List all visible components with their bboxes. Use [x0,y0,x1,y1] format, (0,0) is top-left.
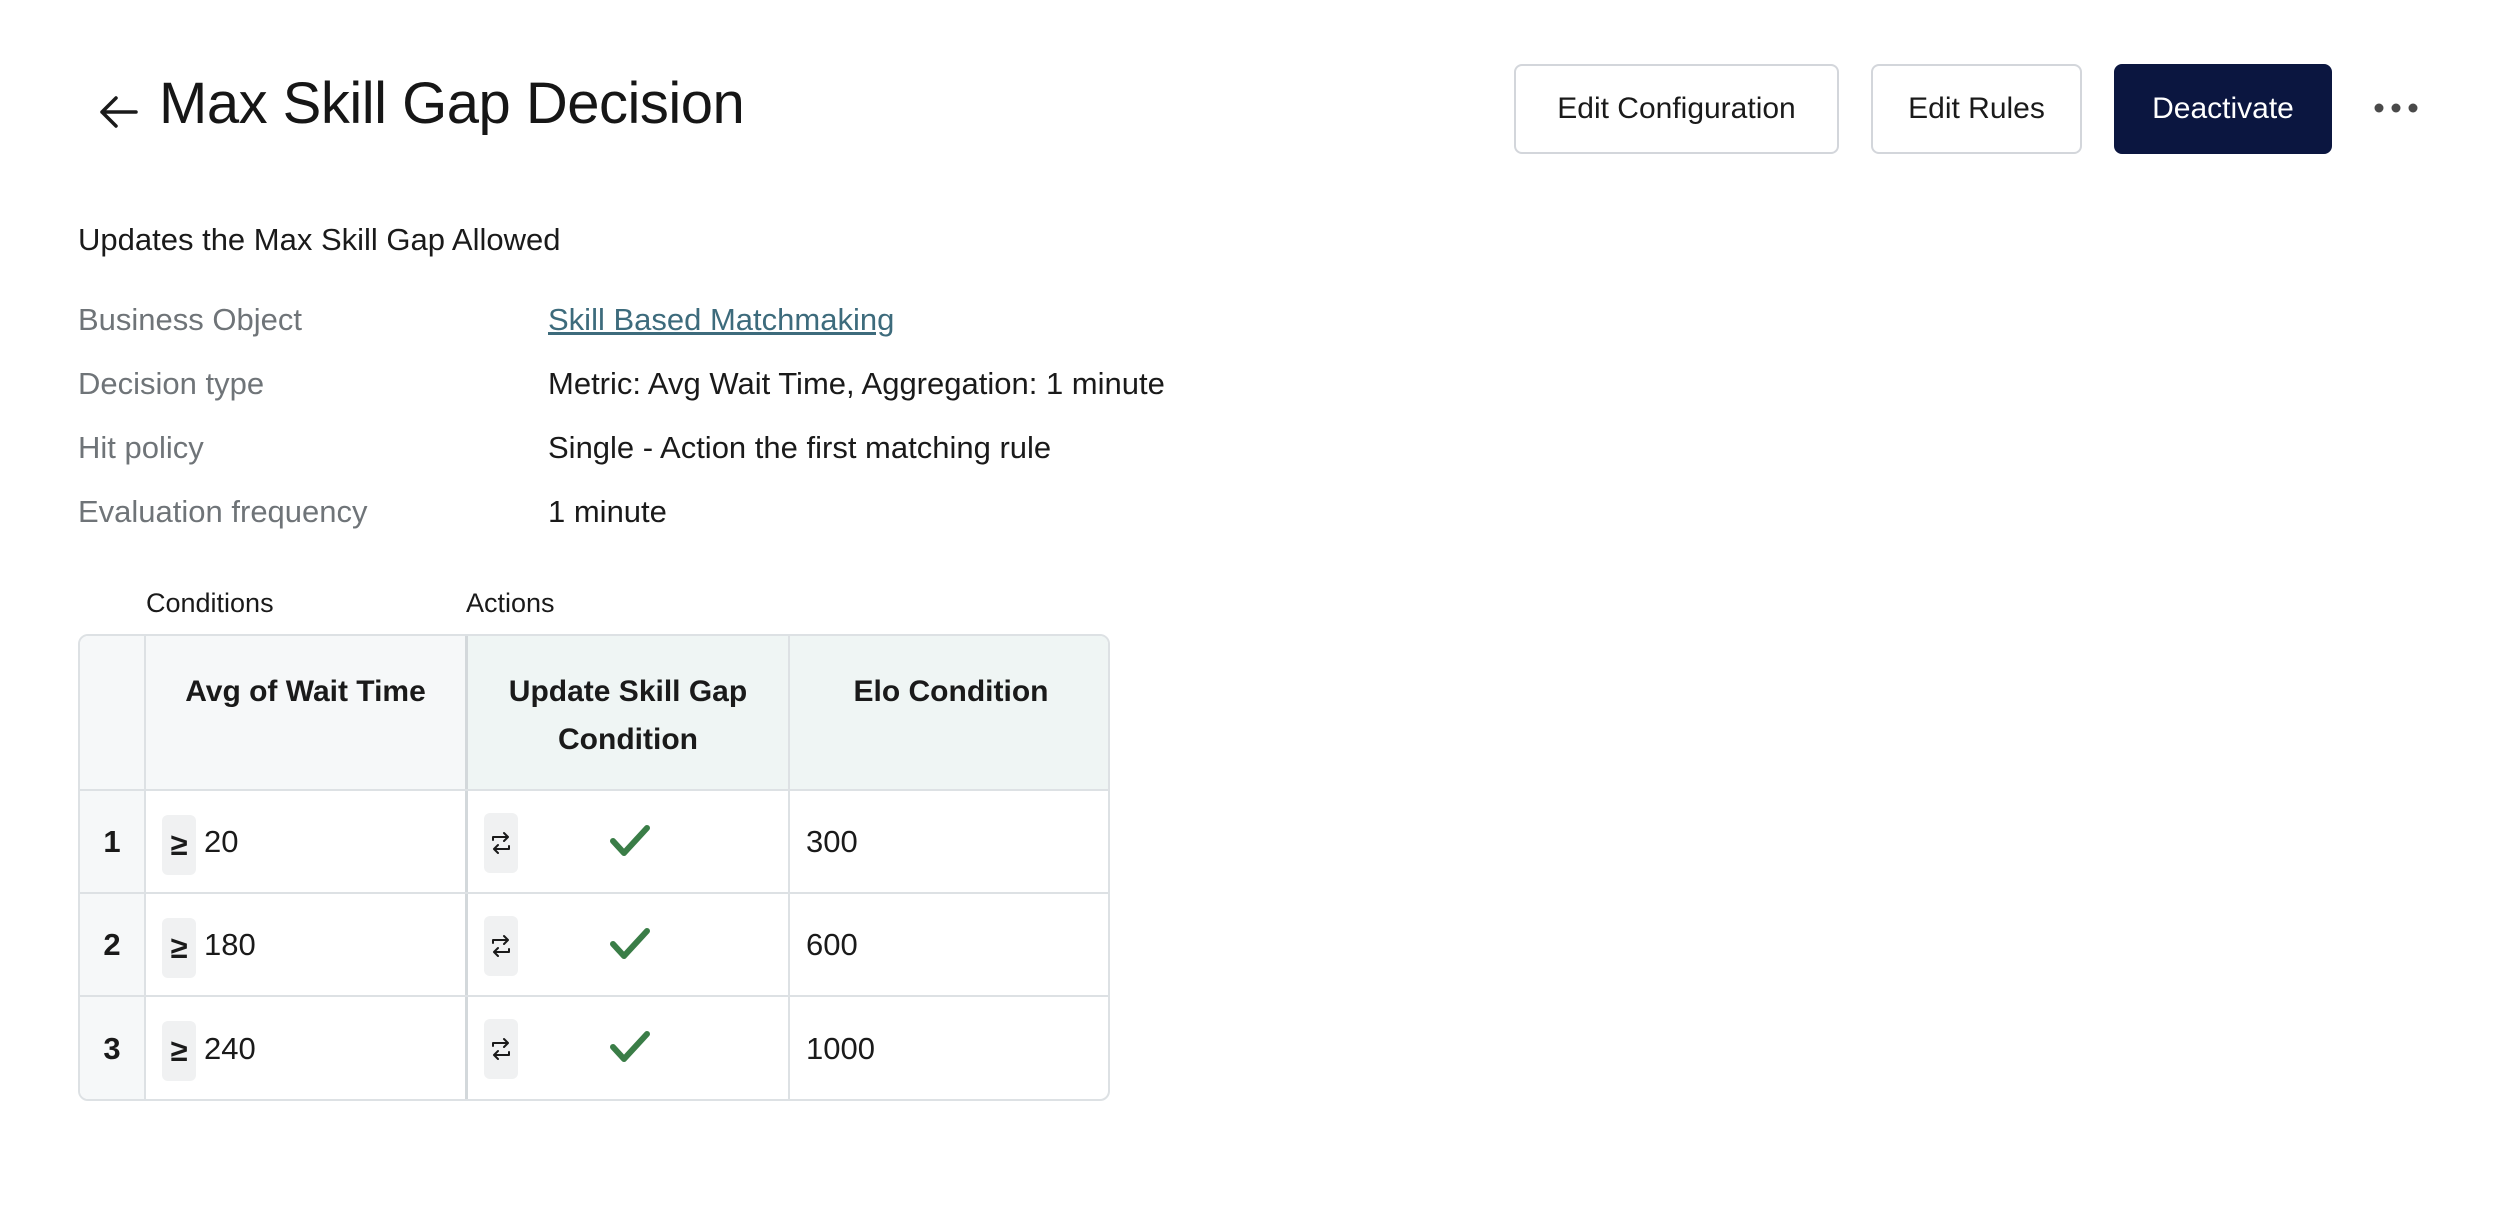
back-button[interactable] [92,86,144,138]
table-row[interactable]: 1 ≥ 20 300 [80,791,1108,894]
condition-value: 20 [204,823,239,859]
swap-button[interactable] [484,813,518,873]
row-index: 2 [103,926,121,962]
more-horizontal-icon [2374,103,2418,113]
business-object-label: Business Object [78,302,302,337]
row-index: 3 [103,1030,121,1066]
table-row[interactable]: 2 ≥ 180 600 [80,894,1108,997]
check-icon [608,924,652,964]
conditions-section-label: Conditions [146,588,274,618]
swap-button[interactable] [484,1019,518,1079]
hit-policy-value: Single - Action the first matching rule [548,430,1052,465]
elo-value: 300 [806,823,858,859]
index-header-cell [80,636,146,789]
more-actions-button[interactable] [2370,88,2422,128]
condition-cell[interactable]: ≥ 180 [146,894,468,995]
page-title: Max Skill Gap Decision [159,71,745,136]
swap-button[interactable] [484,916,518,976]
condition-cell[interactable]: ≥ 240 [146,997,468,1099]
condition-value: 240 [204,1030,256,1066]
decision-table: Avg of Wait Time Update Skill Gap Condit… [78,634,1110,1101]
elo-column-header: Elo Condition [853,675,1049,708]
update-column-header: Update Skill Gap Condition [508,675,748,756]
swap-arrows-icon [492,1038,510,1060]
row-index-cell: 2 [80,894,146,995]
condition-header-cell[interactable]: Avg of Wait Time [146,636,468,789]
swap-arrows-icon [492,935,510,957]
hit-policy-label: Hit policy [78,430,204,465]
arrow-left-icon [100,96,138,128]
update-header-cell[interactable]: Update Skill Gap Condition [468,636,790,789]
table-row[interactable]: 3 ≥ 240 1000 [80,997,1108,1099]
edit-configuration-button[interactable]: Edit Configuration [1514,64,1839,154]
edit-rules-button[interactable]: Edit Rules [1871,64,2082,154]
evaluation-frequency-value: 1 minute [548,494,667,529]
row-index: 1 [103,823,121,859]
decision-type-value: Metric: Avg Wait Time, Aggregation: 1 mi… [548,366,1165,401]
row-index-cell: 1 [80,791,146,892]
update-cell[interactable] [468,997,790,1099]
decision-type-label: Decision type [78,366,265,401]
evaluation-frequency-label: Evaluation frequency [78,494,368,529]
update-cell[interactable] [468,894,790,995]
update-cell[interactable] [468,791,790,892]
actions-section-label: Actions [466,588,555,618]
condition-column-header: Avg of Wait Time [185,675,426,708]
row-index-cell: 3 [80,997,146,1099]
page-header: Max Skill Gap Decision Edit Configuratio… [0,0,2502,215]
swap-arrows-icon [492,832,510,854]
operator-chip[interactable]: ≥ [162,815,196,875]
business-object-link[interactable]: Skill Based Matchmaking [548,302,894,338]
check-icon [608,821,652,861]
check-icon [608,1027,652,1067]
condition-cell[interactable]: ≥ 20 [146,791,468,892]
condition-value: 180 [204,926,256,962]
operator-chip[interactable]: ≥ [162,918,196,978]
elo-cell[interactable]: 600 [790,894,1108,995]
table-header-row: Avg of Wait Time Update Skill Gap Condit… [80,636,1108,791]
decision-description: Updates the Max Skill Gap Allowed [78,222,561,257]
operator-chip[interactable]: ≥ [162,1021,196,1081]
elo-value: 1000 [806,1030,875,1066]
elo-value: 600 [806,926,858,962]
decision-detail-page: Max Skill Gap Decision Edit Configuratio… [0,0,2502,1232]
elo-header-cell[interactable]: Elo Condition [790,636,1108,789]
elo-cell[interactable]: 1000 [790,997,1108,1099]
elo-cell[interactable]: 300 [790,791,1108,892]
deactivate-button[interactable]: Deactivate [2114,64,2332,154]
